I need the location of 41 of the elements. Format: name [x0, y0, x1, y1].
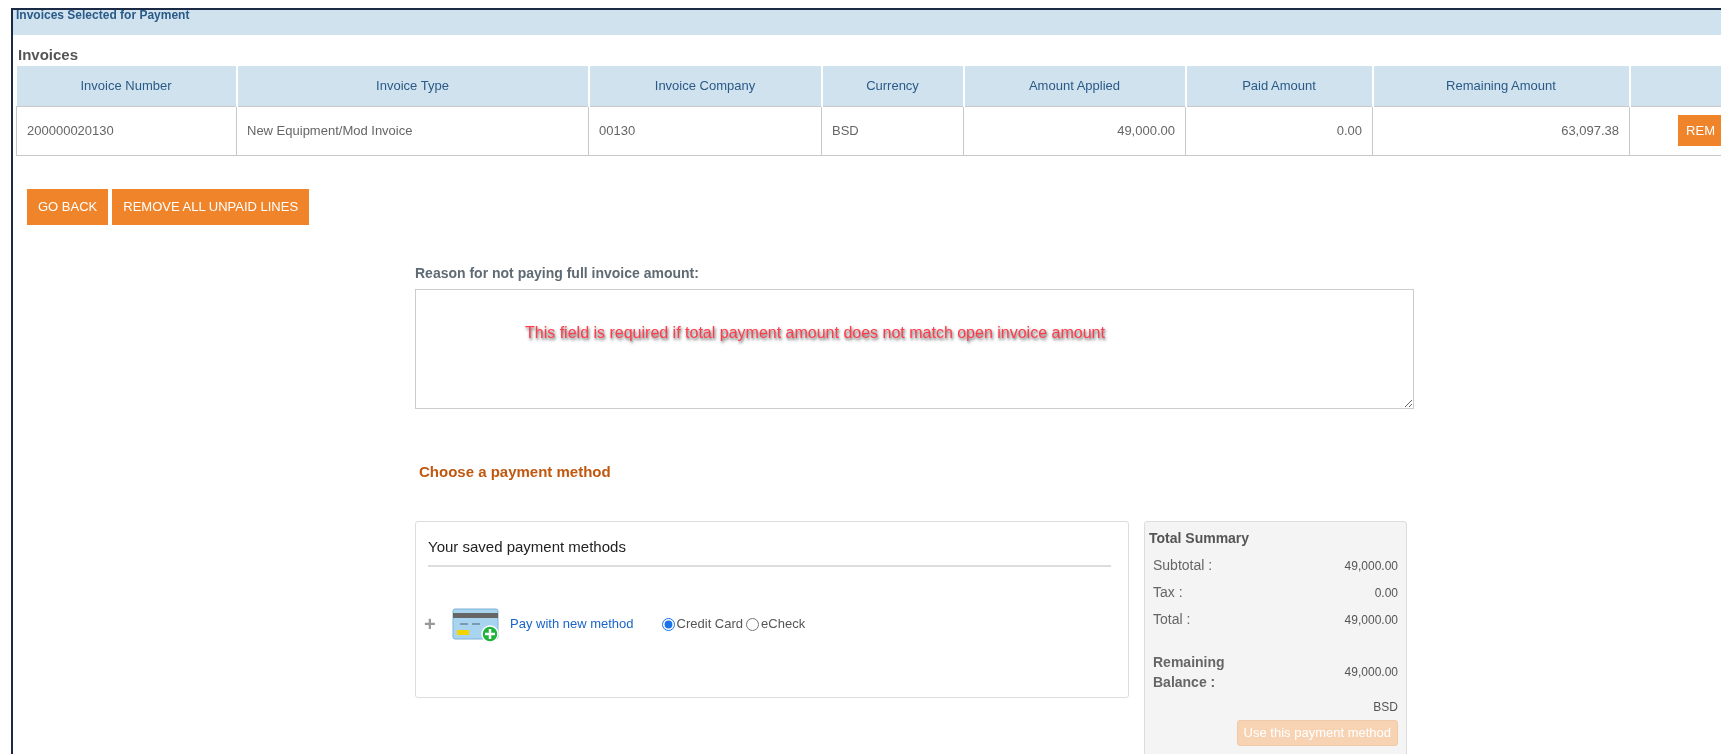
- summary-label: Subtotal :: [1153, 556, 1213, 575]
- column-header: Invoice Company: [588, 66, 822, 106]
- radio-label: Credit Card: [676, 615, 744, 634]
- radio-label: eCheck: [761, 615, 806, 634]
- table-cell: BSD: [821, 106, 964, 155]
- panel-title: Invoices Selected for Payment: [16, 10, 190, 22]
- summary-value: 49,000.00: [1344, 611, 1398, 629]
- summary-title: Total Summary: [1149, 529, 1251, 548]
- column-header: Remaining Amount: [1372, 66, 1630, 106]
- action-button[interactable]: REMOVE ALL UNPAID LINES: [112, 188, 310, 225]
- column-header: Paid Amount: [1185, 66, 1373, 106]
- table-cell: New Equipment/Mod Invoice: [236, 106, 589, 155]
- currency-label: BSD: [1373, 699, 1398, 716]
- column-header: Invoice Number: [16, 66, 237, 106]
- summary-label: Tax :: [1153, 583, 1183, 602]
- summary-value: 49,000.00: [1344, 664, 1398, 681]
- summary-label: Remaining Balance :: [1153, 653, 1226, 692]
- table-cell: 0.00: [1185, 106, 1373, 155]
- card-title: Your saved payment methods: [428, 536, 1111, 567]
- column-header: Amount Applied: [963, 66, 1186, 106]
- reason-textarea[interactable]: [415, 288, 1414, 409]
- column-header: Currency: [821, 66, 964, 106]
- table-cell: 49,000.00: [963, 106, 1186, 155]
- radio-button[interactable]: [746, 617, 760, 631]
- section-title: Invoices: [18, 45, 80, 65]
- table-cell: 200000020130: [16, 106, 237, 155]
- expand-button[interactable]: +: [424, 609, 438, 639]
- summary-value: 49,000.00: [1344, 557, 1398, 575]
- pay-with-new-method-link[interactable]: Pay with new method: [510, 614, 634, 634]
- table-cell: 63,097.38: [1372, 106, 1630, 155]
- field-label: Reason for not paying full invoice amount:: [415, 263, 700, 283]
- credit-card-add-icon: [452, 606, 500, 642]
- section-heading: Choose a payment method: [419, 461, 612, 482]
- summary-label: Total :: [1153, 610, 1191, 629]
- radio-button[interactable]: [661, 617, 675, 631]
- remove-button[interactable]: REM: [1678, 115, 1721, 146]
- summary-value: 0.00: [1374, 584, 1398, 602]
- column-header: Invoice Type: [236, 66, 589, 106]
- error-message: This field is required if total payment amount does not match open invoice amount: [525, 322, 1105, 343]
- action-button[interactable]: GO BACK: [27, 188, 109, 225]
- table-cell: 00130: [588, 106, 822, 155]
